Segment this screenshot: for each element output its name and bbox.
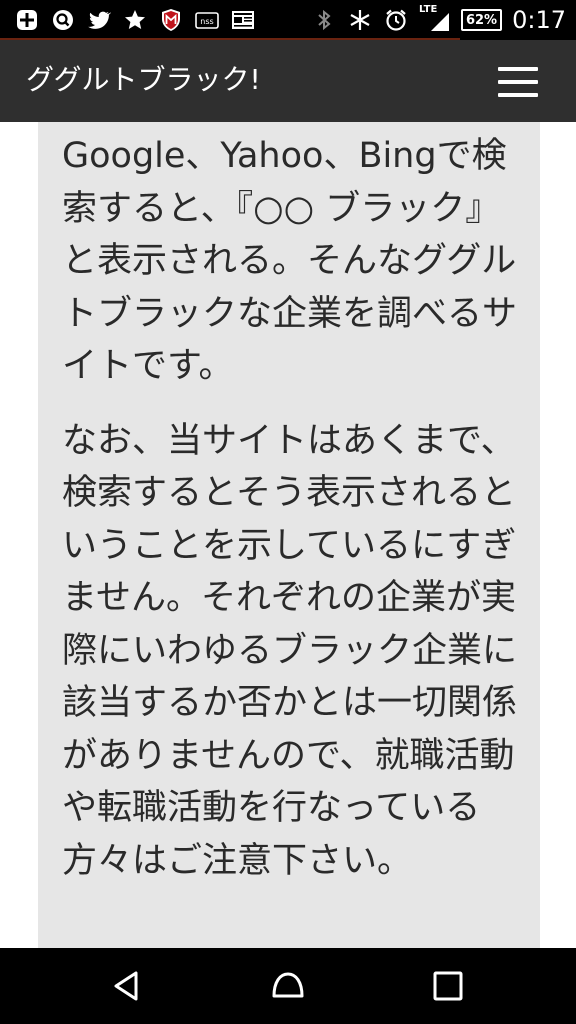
star-icon bbox=[122, 7, 148, 33]
notification-icons: nss bbox=[14, 6, 256, 34]
app-header: ググルトブラック! bbox=[0, 40, 576, 122]
battery-icon: 62% bbox=[460, 9, 503, 31]
battery-percent: 62% bbox=[465, 12, 498, 28]
twitter-icon bbox=[86, 7, 112, 33]
hamburger-menu-icon[interactable] bbox=[498, 67, 538, 97]
bluetooth-icon bbox=[311, 7, 337, 33]
disclaimer-paragraph: なお、当サイトはあくまで、検索するとそう表示されるということを示しているにすぎま… bbox=[62, 420, 518, 881]
status-bar: nss LTE 62% 0:17 bbox=[0, 0, 576, 40]
news-icon bbox=[230, 7, 256, 33]
back-icon[interactable] bbox=[107, 966, 149, 1006]
menu-line bbox=[498, 67, 538, 71]
mcafee-icon bbox=[158, 7, 184, 33]
home-icon[interactable] bbox=[267, 966, 309, 1006]
navigation-bar bbox=[0, 948, 576, 1024]
alarm-icon bbox=[383, 7, 409, 33]
menu-line bbox=[498, 80, 538, 84]
app-icon: nss bbox=[194, 7, 220, 33]
site-title[interactable]: ググルトブラック! bbox=[26, 60, 261, 100]
svg-text:nss: nss bbox=[200, 17, 213, 26]
add-icon bbox=[14, 7, 40, 33]
menu-line bbox=[498, 93, 538, 97]
no-vibrate-icon bbox=[347, 7, 373, 33]
intro-panel: Google、Yahoo、Bingで検索すると、『○○ ブラック』と表示される。… bbox=[38, 122, 540, 948]
system-icons: LTE 62% 0:17 bbox=[311, 5, 566, 34]
signal-icon: LTE bbox=[419, 5, 451, 33]
intro-paragraph: Google、Yahoo、Bingで検索すると、『○○ ブラック』と表示される。… bbox=[62, 136, 518, 386]
clock: 0:17 bbox=[512, 6, 566, 34]
search-icon bbox=[50, 7, 76, 33]
recent-apps-icon[interactable] bbox=[427, 966, 469, 1006]
